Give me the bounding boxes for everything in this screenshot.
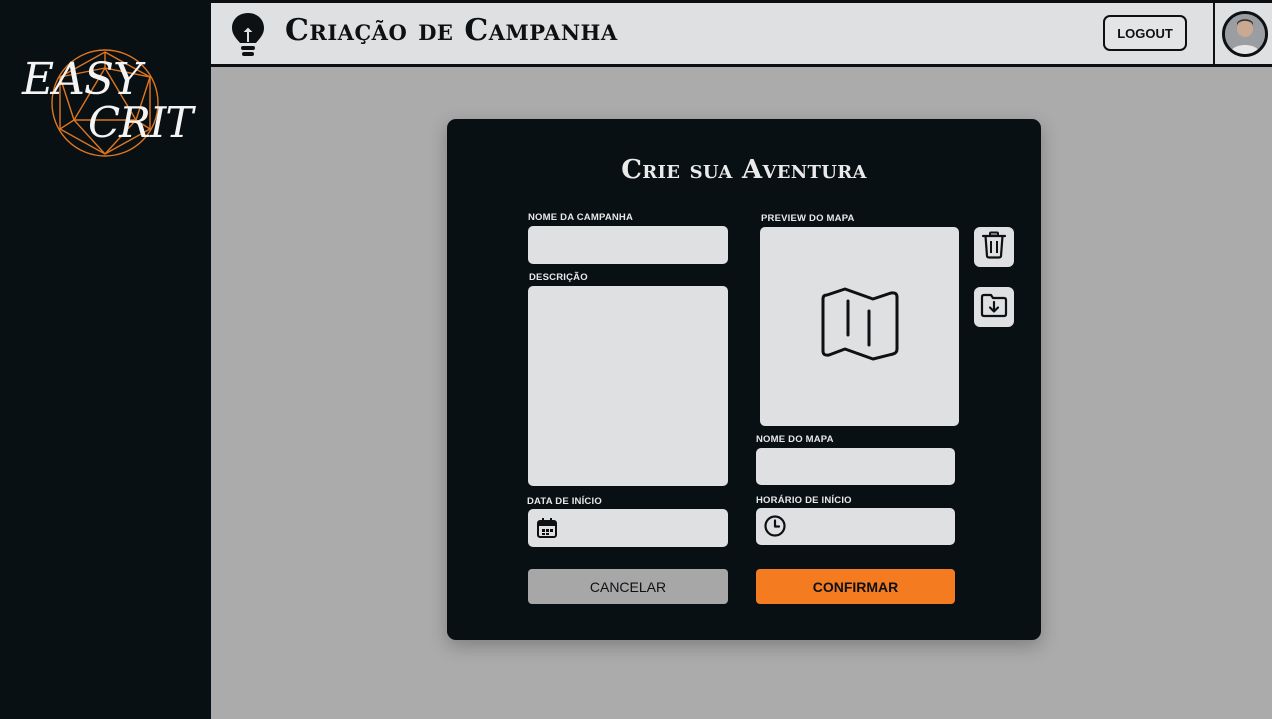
header-divider	[1213, 3, 1215, 64]
campaign-name-input[interactable]	[528, 226, 728, 264]
description-textarea[interactable]	[528, 286, 728, 486]
clock-icon[interactable]	[763, 514, 787, 543]
header-bar: Criação de Campanha LOGOUT	[211, 0, 1272, 67]
description-label: DESCRIÇÃO	[529, 272, 588, 283]
folder-download-icon	[980, 292, 1008, 323]
upload-map-button[interactable]	[974, 287, 1014, 327]
cancel-button[interactable]: CANCELAR	[528, 569, 728, 604]
campaign-name-label: NOME DA CAMPANHA	[528, 212, 634, 223]
form-title: Crie sua Aventura	[621, 155, 867, 185]
start-time-label: HORÁRIO DE INÍCIO	[756, 495, 852, 506]
start-date-input[interactable]	[528, 509, 728, 547]
map-name-input[interactable]	[756, 448, 955, 485]
logout-button[interactable]: LOGOUT	[1103, 15, 1187, 51]
avatar[interactable]	[1222, 11, 1268, 57]
map-icon	[819, 283, 901, 370]
map-name-label: NOME DO MAPA	[756, 434, 834, 445]
page-title: Criação de Campanha	[285, 13, 618, 48]
map-preview-label: PREVIEW DO MAPA	[761, 213, 855, 224]
logo[interactable]: EASY CRIT	[18, 44, 193, 162]
map-preview[interactable]	[760, 227, 959, 426]
start-time-input[interactable]	[756, 508, 955, 545]
lightbulb-icon	[229, 11, 267, 59]
confirm-button[interactable]: CONFIRMAR	[756, 569, 955, 604]
sidebar: EASY CRIT	[0, 0, 211, 719]
trash-icon	[981, 231, 1007, 264]
delete-map-button[interactable]	[974, 227, 1014, 267]
logo-text-crit: CRIT	[88, 98, 193, 147]
user-avatar-icon	[1225, 14, 1265, 54]
logo-text-easy: EASY	[22, 54, 142, 105]
calendar-icon[interactable]	[535, 516, 559, 545]
campaign-form-modal: Crie sua Aventura NOME DA CAMPANHA DESCR…	[447, 119, 1041, 640]
start-date-label: DATA DE INÍCIO	[527, 496, 602, 507]
